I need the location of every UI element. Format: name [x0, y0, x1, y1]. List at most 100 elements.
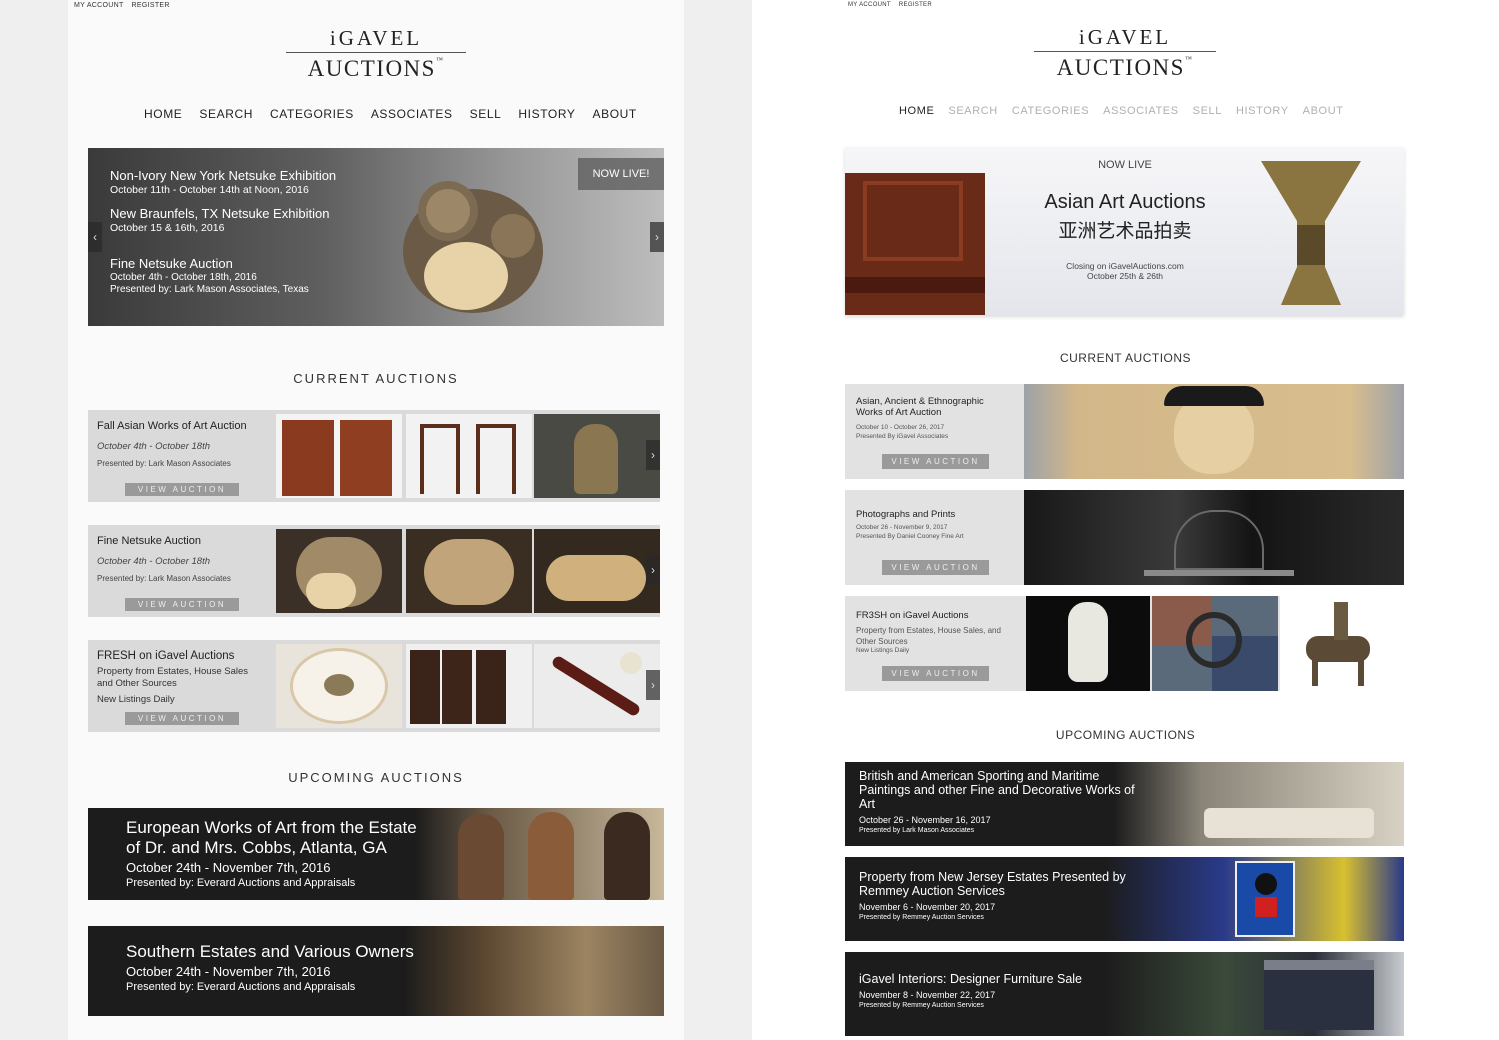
hero-now-live: NOW LIVE	[1098, 159, 1152, 171]
chairs-thumbnail[interactable]	[406, 414, 532, 498]
account-links: MY ACCOUNT REGISTER	[848, 2, 940, 8]
page-divider	[684, 0, 752, 1040]
auction-title[interactable]: FR3SH on iGavel Auctions	[856, 610, 1012, 621]
site-logo[interactable]: iGAVEL AUCTIONS™	[286, 26, 466, 82]
upcoming-title-line2[interactable]: of Dr. and Mrs. Cobbs, Atlanta, GA	[126, 838, 417, 858]
nav-associates[interactable]: ASSOCIATES	[371, 107, 453, 121]
upcoming-title[interactable]: Property from New Jersey Estates Present…	[859, 870, 1139, 898]
nav-home[interactable]: HOME	[144, 107, 182, 121]
netsuke-thumbnail[interactable]	[406, 529, 532, 613]
hero-next-arrow[interactable]: ›	[650, 222, 664, 252]
site-logo[interactable]: iGAVEL AUCTIONS™	[1034, 25, 1216, 81]
upcoming-auction-banner[interactable]: British and American Sporting and Mariti…	[845, 762, 1404, 846]
nav-search[interactable]: SEARCH	[948, 105, 997, 117]
current-auction-row[interactable]: Asian, Ancient & Ethnographic Works of A…	[845, 384, 1404, 479]
jade-vase-thumbnail[interactable]	[1026, 596, 1150, 691]
upcoming-text: iGavel Interiors: Designer Furniture Sal…	[859, 972, 1139, 1009]
painting-thumbnail[interactable]	[1152, 596, 1278, 691]
current-auction-row[interactable]: Photographs and Prints October 26 - Nove…	[845, 490, 1404, 585]
view-auction-button[interactable]: VIEW AUCTION	[125, 483, 239, 496]
upcoming-date: October 24th - November 7th, 2016	[126, 964, 331, 979]
auction-title[interactable]: Fine Netsuke Auction	[97, 535, 265, 547]
auction-presenter: Presented By Daniel Cooney Fine Art	[856, 533, 964, 540]
hero-text: Non-Ivory New York Netsuke Exhibition Oc…	[110, 168, 336, 295]
nav-history[interactable]: HISTORY	[1236, 105, 1289, 117]
upcoming-date: November 8 - November 22, 2017	[859, 990, 996, 1000]
auction-description: Property from Estates, House Sales and O…	[97, 666, 249, 689]
auction-title[interactable]: Photographs and Prints	[856, 509, 1012, 520]
upcoming-title[interactable]: British and American Sporting and Mariti…	[859, 769, 1149, 811]
register-link[interactable]: REGISTER	[132, 2, 170, 9]
current-auction-row[interactable]: Fine Netsuke Auction October 4th - Octob…	[88, 525, 660, 617]
auction-date: October 4th - October 18th	[97, 441, 211, 452]
row-next-arrow[interactable]: ›	[646, 670, 660, 700]
mickey-poster-image	[1235, 861, 1295, 937]
upcoming-title[interactable]: European Works of Art from the Estate	[126, 818, 417, 838]
logo-line2: AUCTIONS™	[1056, 55, 1194, 80]
hero-event1-title[interactable]: Non-Ivory New York Netsuke Exhibition	[110, 168, 336, 183]
netsuke-thumbnail[interactable]	[534, 529, 660, 613]
upcoming-auction-banner[interactable]: Southern Estates and Various Owners Octo…	[88, 926, 664, 1016]
nav-sell[interactable]: SELL	[1193, 105, 1222, 117]
upcoming-auction-banner[interactable]: European Works of Art from the Estate of…	[88, 808, 664, 900]
hero-title[interactable]: Asian Art Auctions	[985, 191, 1265, 214]
upcoming-date: October 24th - November 7th, 2016	[126, 860, 331, 875]
bronze-vase-image	[1261, 161, 1361, 305]
register-link[interactable]: REGISTER	[899, 2, 932, 8]
current-auction-row[interactable]: FR3SH on iGavel Auctions Property from E…	[845, 596, 1404, 691]
nav-associates[interactable]: ASSOCIATES	[1103, 105, 1178, 117]
row-next-arrow[interactable]: ›	[646, 440, 660, 470]
my-account-link[interactable]: MY ACCOUNT	[848, 2, 891, 8]
hero-slider[interactable]: Non-Ivory New York Netsuke Exhibition Oc…	[88, 148, 664, 326]
plate-thumbnail[interactable]	[276, 644, 402, 728]
buddha-thumbnail[interactable]	[534, 414, 660, 498]
view-auction-button[interactable]: VIEW AUCTION	[882, 666, 989, 681]
cabinet-thumbnail[interactable]	[276, 414, 402, 498]
hero-banner[interactable]: NOW LIVE Asian Art Auctions 亚洲艺术品拍卖 Clos…	[845, 147, 1404, 315]
portrait-painting-image[interactable]	[1024, 384, 1404, 479]
photograph-strip-image[interactable]	[1024, 490, 1404, 585]
main-nav: HOME SEARCH CATEGORIES ASSOCIATES SELL H…	[144, 107, 637, 121]
auction-date: October 26 - November 9, 2017	[856, 524, 948, 531]
hero-event2-title[interactable]: New Braunfels, TX Netsuke Exhibition	[110, 206, 336, 221]
nav-categories[interactable]: CATEGORIES	[270, 107, 354, 121]
auction-description: Property from Estates, House Sales, and …	[856, 626, 1001, 646]
view-auction-button[interactable]: VIEW AUCTION	[125, 712, 239, 725]
upcoming-auction-banner[interactable]: Property from New Jersey Estates Present…	[845, 857, 1404, 941]
current-auction-row[interactable]: Fall Asian Works of Art Auction October …	[88, 410, 660, 502]
nav-categories[interactable]: CATEGORIES	[1012, 105, 1089, 117]
upcoming-presenter: Presented by Lark Mason Associates	[859, 827, 975, 834]
hero-prev-arrow[interactable]: ‹	[88, 222, 102, 252]
logo-line2: AUCTIONS™	[307, 56, 445, 81]
upcoming-date: November 6 - November 20, 2017	[859, 902, 996, 912]
current-auctions-heading: CURRENT AUCTIONS	[293, 371, 459, 386]
row-next-arrow[interactable]: ›	[646, 555, 660, 585]
hero-dates: October 25th & 26th	[1086, 271, 1164, 281]
upcoming-title[interactable]: Southern Estates and Various Owners	[126, 942, 414, 962]
horse-sculpture-thumbnail[interactable]	[1280, 596, 1404, 691]
hero-closing: Closing on iGavelAuctions.com	[1066, 261, 1184, 271]
hero-event3-title[interactable]: Fine Netsuke Auction	[110, 256, 336, 271]
view-auction-button[interactable]: VIEW AUCTION	[882, 454, 989, 469]
nav-history[interactable]: HISTORY	[518, 107, 575, 121]
left-design: MY ACCOUNT REGISTER iGAVEL AUCTIONS™ HOME…	[68, 0, 684, 1040]
current-auction-row[interactable]: FRESH on iGavel Auctions Property from E…	[88, 640, 660, 732]
upcoming-auction-banner[interactable]: iGavel Interiors: Designer Furniture Sal…	[845, 952, 1404, 1036]
ruyi-thumbnail[interactable]	[534, 644, 660, 728]
my-account-link[interactable]: MY ACCOUNT	[74, 2, 124, 9]
nav-home[interactable]: HOME	[899, 105, 934, 117]
nav-about[interactable]: ABOUT	[593, 107, 637, 121]
nav-about[interactable]: ABOUT	[1303, 105, 1344, 117]
hero-event3-presenter: Presented by: Lark Mason Associates, Tex…	[110, 284, 309, 295]
auction-title[interactable]: Asian, Ancient & Ethnographic Works of A…	[856, 396, 1012, 418]
view-auction-button[interactable]: VIEW AUCTION	[882, 560, 989, 575]
upcoming-title[interactable]: iGavel Interiors: Designer Furniture Sal…	[859, 972, 1139, 986]
auction-title[interactable]: FRESH on iGavel Auctions	[97, 650, 265, 662]
netsuke-thumbnail[interactable]	[276, 529, 402, 613]
screen-thumbnail[interactable]	[406, 644, 532, 728]
auction-title[interactable]: Fall Asian Works of Art Auction	[97, 420, 265, 432]
view-auction-button[interactable]: VIEW AUCTION	[125, 598, 239, 611]
nav-search[interactable]: SEARCH	[199, 107, 253, 121]
current-auctions-heading: CURRENT AUCTIONS	[1059, 351, 1192, 365]
nav-sell[interactable]: SELL	[470, 107, 502, 121]
